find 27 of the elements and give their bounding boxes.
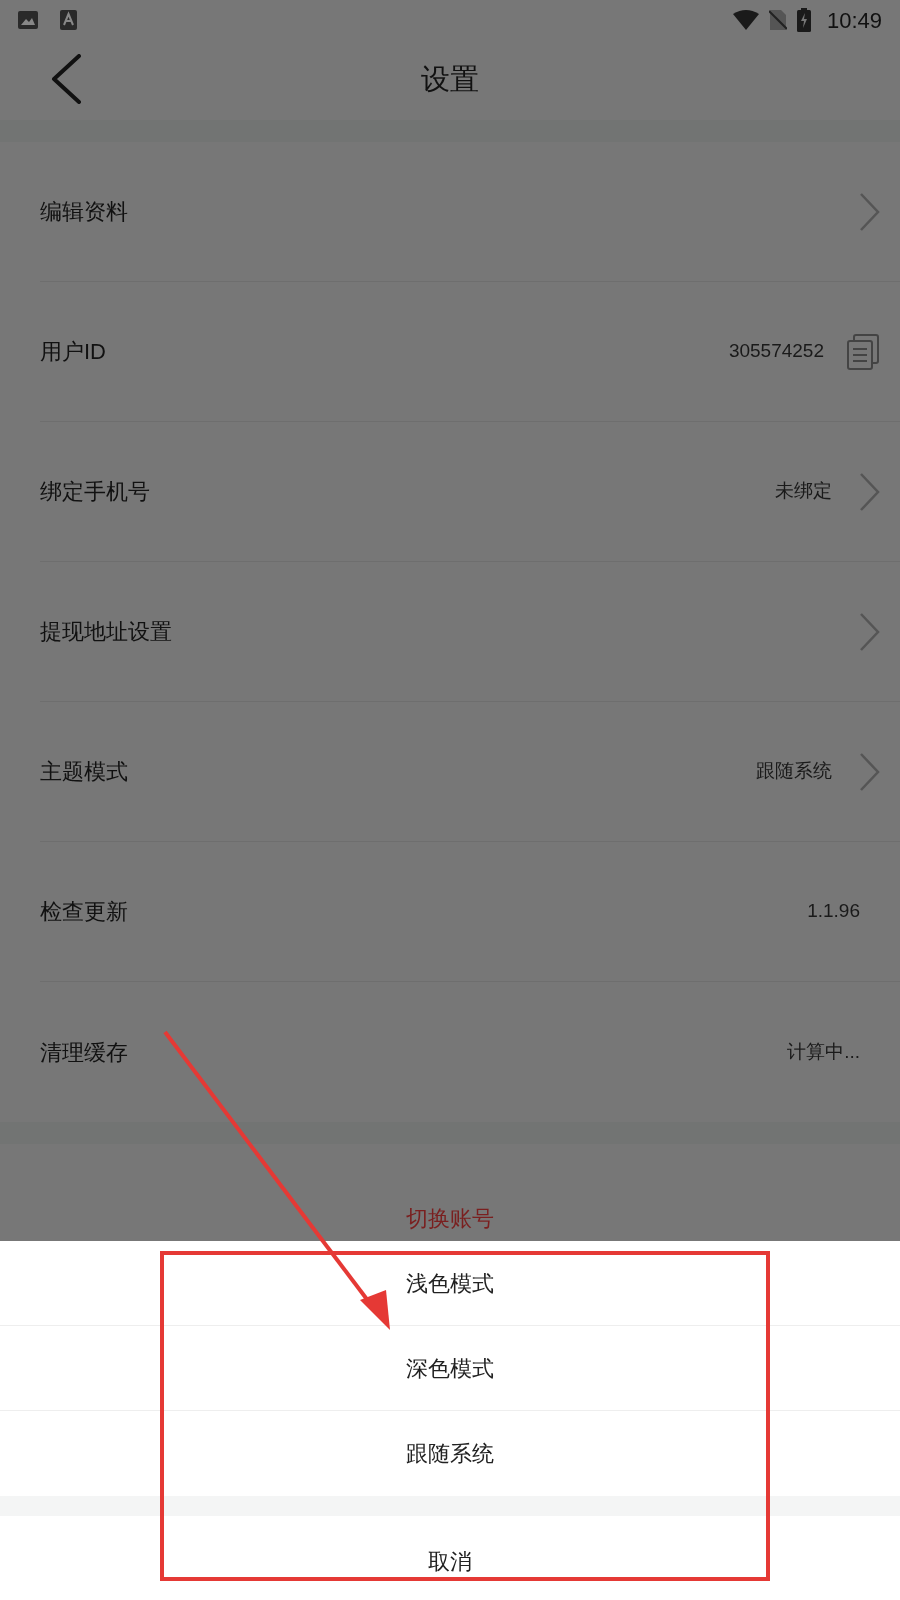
chevron-right-icon[interactable]: [858, 751, 880, 792]
setting-value: 跟随系统: [756, 759, 832, 784]
setting-label[interactable]: 提现地址设置: [40, 615, 832, 648]
setting-label[interactable]: 检查更新: [40, 895, 808, 928]
page-title: 设置: [421, 62, 479, 98]
battery-charging-icon: [796, 8, 811, 32]
setting-label[interactable]: 主题模式: [40, 755, 756, 788]
setting-label[interactable]: 用户ID: [40, 335, 729, 368]
image-icon: [18, 11, 38, 29]
status-time: 10:49: [826, 6, 882, 35]
setting-value: 未绑定: [775, 479, 832, 504]
theme-option[interactable]: 浅色模式: [0, 1241, 900, 1326]
chevron-right-icon[interactable]: [858, 471, 880, 512]
wifi-icon: [732, 10, 759, 30]
no-sim-icon: [768, 9, 787, 31]
setting-value: 1.1.96: [807, 899, 860, 924]
chevron-right-icon[interactable]: [858, 191, 880, 232]
setting-label[interactable]: 编辑资料: [40, 195, 832, 228]
setting-label[interactable]: 清理缓存: [40, 1035, 788, 1069]
chevron-right-icon[interactable]: [858, 611, 880, 652]
setting-value: 计算中...: [787, 1039, 860, 1064]
copy-icon[interactable]: [846, 333, 880, 370]
back-icon[interactable]: [50, 54, 82, 104]
setting-label[interactable]: 绑定手机号: [40, 475, 775, 508]
switch-account-link[interactable]: 切换账号: [406, 1202, 494, 1235]
setting-value: 305574252: [728, 339, 824, 364]
font-icon: [60, 10, 77, 30]
